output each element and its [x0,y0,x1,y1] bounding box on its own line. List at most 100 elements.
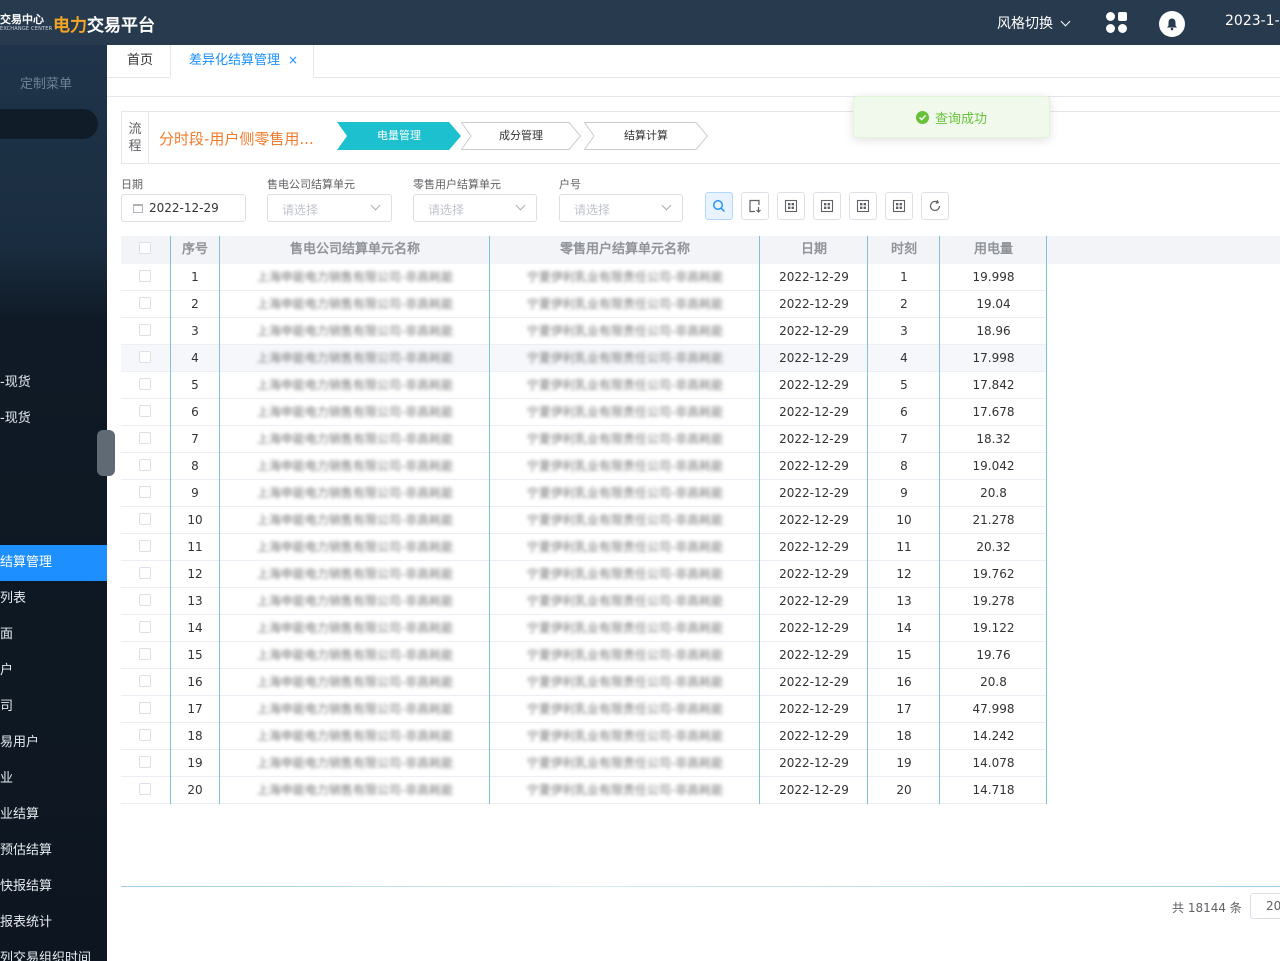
row-checkbox-cell [121,291,169,318]
chevron-down-icon [515,200,526,211]
table-row[interactable]: 14 上海申能电力销售有限公司-非高耗能 宁夏伊利乳业有限责任公司-非高耗能 2022… [121,615,1047,642]
row-checkbox-cell [121,399,169,426]
row-checkbox[interactable] [139,459,151,471]
row-checkbox[interactable] [139,270,151,282]
row-checkbox-cell [121,723,169,750]
style-switch-dropdown[interactable]: 风格切换 [997,13,1071,33]
row-checkbox[interactable] [139,594,151,606]
sidebar-item[interactable]: 业结算 [0,797,107,833]
table-row[interactable]: 5 上海申能电力销售有限公司-非高耗能 宁夏伊利乳业有限责任公司-非高耗能 2022-… [121,372,1047,399]
cell-hour: 6 [900,405,908,419]
flow-step-label: 结算计算 [624,129,668,142]
column-header[interactable]: 零售用户结算单元名称 [490,236,760,264]
row-checkbox[interactable] [139,567,151,579]
row-checkbox[interactable] [139,756,151,768]
brand-cn: 交易中心 [0,13,44,26]
sidebar-item[interactable]: -现货 [0,401,107,437]
cell-retail: 宁夏伊利乳业有限责任公司-非高耗能 [526,351,724,365]
bell-icon[interactable] [1159,11,1185,37]
sidebar-item[interactable]: -现货 [0,365,107,401]
sidebar-item[interactable]: 户 [0,653,107,689]
sidebar-item-settlement-active[interactable]: 结算管理 [0,545,107,581]
refresh-button[interactable] [921,192,949,220]
row-checkbox[interactable] [139,702,151,714]
row-checkbox[interactable] [139,783,151,795]
table-row[interactable]: 2 上海申能电力销售有限公司-非高耗能 宁夏伊利乳业有限责任公司-非高耗能 2022-… [121,291,1047,318]
column-header[interactable]: 售电公司结算单元名称 [220,236,490,264]
seller-unit-select[interactable]: 请选择 [267,194,392,222]
sidebar-item[interactable]: 易用户 [0,725,107,761]
row-checkbox[interactable] [139,675,151,687]
row-checkbox[interactable] [139,297,151,309]
column-header[interactable]: 用电量 [940,236,1047,264]
cell-date: 2022-12-29 [779,432,849,446]
flow-step-settlement[interactable]: 结算计算 [584,122,708,150]
sidebar-collapse-handle[interactable] [97,430,115,476]
row-checkbox[interactable] [139,405,151,417]
cell-retail: 宁夏伊利乳业有限责任公司-非高耗能 [526,621,724,635]
table-row[interactable]: 9 上海申能电力销售有限公司-非高耗能 宁夏伊利乳业有限责任公司-非高耗能 2022-… [121,480,1047,507]
row-checkbox[interactable] [139,648,151,660]
apps-icon[interactable] [1106,12,1128,34]
sidebar-item[interactable]: 列交易组织时间 [0,941,107,961]
sidebar-search-input[interactable] [0,109,98,139]
row-checkbox[interactable] [139,486,151,498]
select-all-checkbox[interactable] [121,236,169,264]
table-row[interactable]: 16 上海申能电力销售有限公司-非高耗能 宁夏伊利乳业有限责任公司-非高耗能 2022… [121,669,1047,696]
grid-view-button[interactable] [777,192,805,220]
row-checkbox[interactable] [139,351,151,363]
cell-date: 2022-12-29 [779,351,849,365]
sidebar-item[interactable]: 司 [0,689,107,725]
table-row[interactable]: 18 上海申能电力销售有限公司-非高耗能 宁夏伊利乳业有限责任公司-非高耗能 2022… [121,723,1047,750]
toast-message: 查询成功 [934,111,987,127]
flow-step-composition[interactable]: 成分管理 [461,122,581,150]
tab-home[interactable]: 首页 [127,45,153,78]
row-checkbox[interactable] [139,324,151,336]
row-checkbox[interactable] [139,621,151,633]
table-row[interactable]: 12 上海申能电力销售有限公司-非高耗能 宁夏伊利乳业有限责任公司-非高耗能 2022… [121,561,1047,588]
close-icon[interactable]: × [288,53,298,67]
account-select[interactable]: 请选择 [559,194,683,222]
tab-settlement-management[interactable]: 差异化结算管理 × [170,45,314,78]
column-header[interactable]: 序号 [170,236,220,264]
row-checkbox[interactable] [139,513,151,525]
row-checkbox[interactable] [139,378,151,390]
sidebar-item[interactable]: 快报结算 [0,869,107,905]
sidebar-item[interactable]: 预估结算 [0,833,107,869]
table-row[interactable]: 20 上海申能电力销售有限公司-非高耗能 宁夏伊利乳业有限责任公司-非高耗能 2022… [121,777,1047,804]
sidebar-item[interactable]: 业 [0,761,107,797]
table-row[interactable]: 17 上海申能电力销售有限公司-非高耗能 宁夏伊利乳业有限责任公司-非高耗能 2022… [121,696,1047,723]
table-row[interactable]: 15 上海申能电力销售有限公司-非高耗能 宁夏伊利乳业有限责任公司-非高耗能 2022… [121,642,1047,669]
flow-step-electricity[interactable]: 电量管理 [337,122,461,150]
table-row[interactable]: 3 上海申能电力销售有限公司-非高耗能 宁夏伊利乳业有限责任公司-非高耗能 2022-… [121,318,1047,345]
table-row[interactable]: 4 上海申能电力销售有限公司-非高耗能 宁夏伊利乳业有限责任公司-非高耗能 2022-… [121,345,1047,372]
export-button[interactable] [741,192,769,220]
row-checkbox[interactable] [139,540,151,552]
table-row[interactable]: 1 上海申能电力销售有限公司-非高耗能 宁夏伊利乳业有限责任公司-非高耗能 2022-… [121,264,1047,291]
grid-view-button[interactable] [849,192,877,220]
grid-view-button[interactable] [885,192,913,220]
sidebar-item[interactable]: 报表统计 [0,905,107,941]
table-row[interactable]: 11 上海申能电力销售有限公司-非高耗能 宁夏伊利乳业有限责任公司-非高耗能 2022… [121,534,1047,561]
page-size-select[interactable]: 20 [1250,893,1280,919]
custom-menu-label[interactable]: 定制菜单 [20,73,72,92]
grid-view-button[interactable] [813,192,841,220]
retail-unit-select[interactable]: 请选择 [413,194,537,222]
sidebar-item[interactable]: 面 [0,617,107,653]
table-row[interactable]: 7 上海申能电力销售有限公司-非高耗能 宁夏伊利乳业有限责任公司-非高耗能 2022-… [121,426,1047,453]
brand[interactable]: 交易中心 EXCHANGE CENTER 电力交易平台 [0,8,155,38]
table-row[interactable]: 10 上海申能电力销售有限公司-非高耗能 宁夏伊利乳业有限责任公司-非高耗能 2022… [121,507,1047,534]
search-button[interactable] [705,192,733,220]
table-row[interactable]: 6 上海申能电力销售有限公司-非高耗能 宁夏伊利乳业有限责任公司-非高耗能 2022-… [121,399,1047,426]
date-picker[interactable]: 2022-12-29 [121,194,246,222]
sidebar-item[interactable]: 列表 [0,581,107,617]
row-checkbox[interactable] [139,729,151,741]
checkbox[interactable] [139,242,151,254]
column-header[interactable]: 时刻 [868,236,940,264]
table-row[interactable]: 8 上海申能电力销售有限公司-非高耗能 宁夏伊利乳业有限责任公司-非高耗能 2022-… [121,453,1047,480]
row-checkbox[interactable] [139,432,151,444]
cell-hour: 12 [896,567,912,581]
table-row[interactable]: 13 上海申能电力销售有限公司-非高耗能 宁夏伊利乳业有限责任公司-非高耗能 2022… [121,588,1047,615]
column-header[interactable]: 日期 [760,236,868,264]
table-row[interactable]: 19 上海申能电力销售有限公司-非高耗能 宁夏伊利乳业有限责任公司-非高耗能 2022… [121,750,1047,777]
